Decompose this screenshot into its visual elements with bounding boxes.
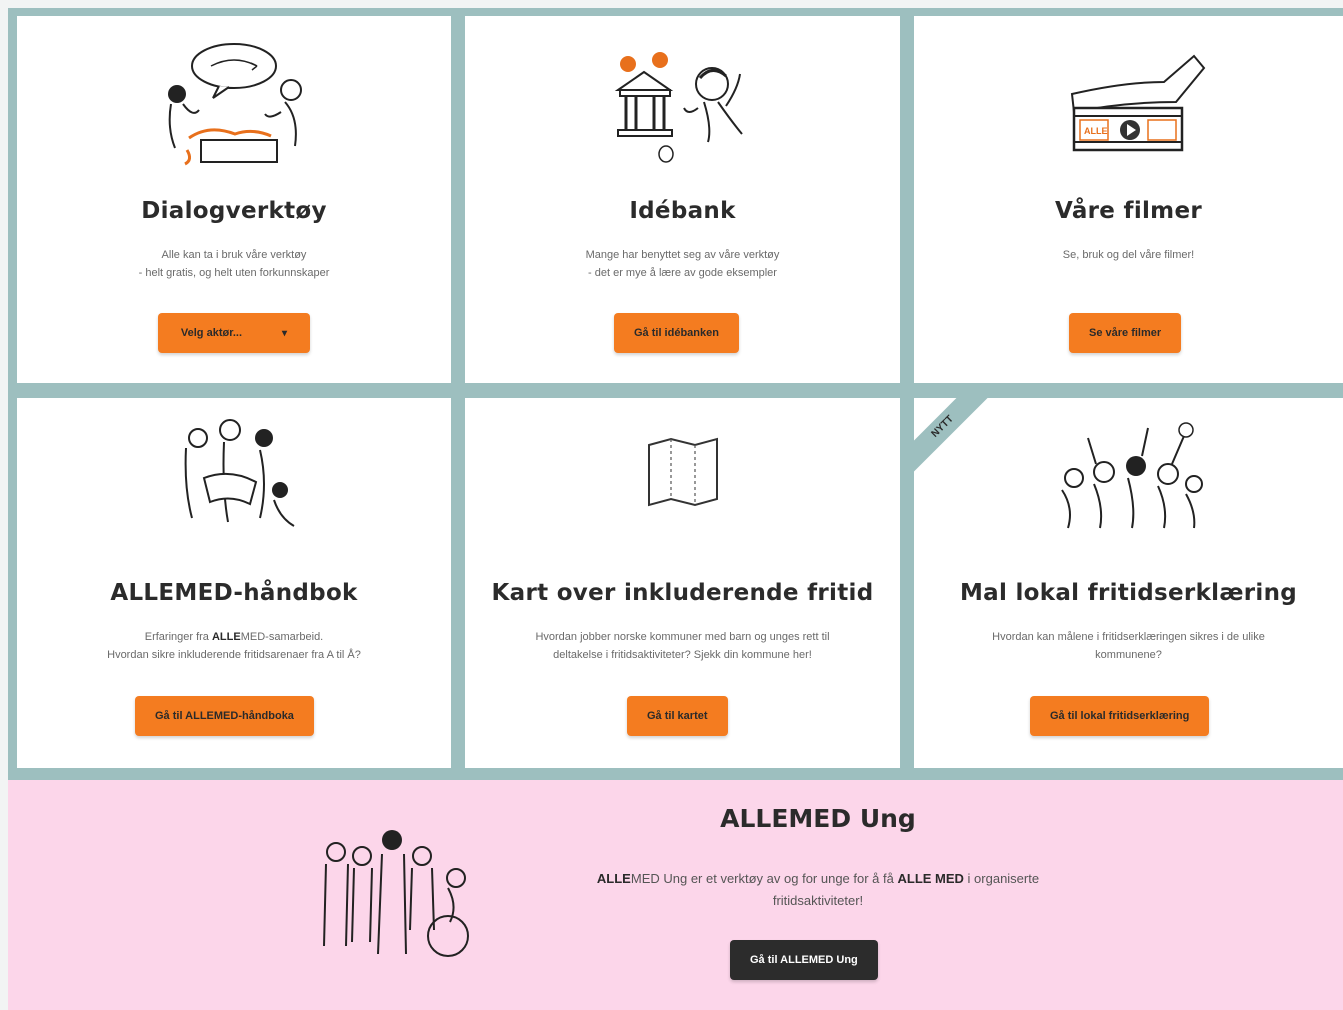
banner-description: ALLEMED Ung er et verktøy av og for unge… (568, 868, 1068, 912)
card-kart: Kart over inkluderende fritid Hvordan jo… (465, 398, 900, 768)
card-title: Våre filmer (1055, 198, 1202, 224)
card-title: Idébank (629, 198, 736, 224)
ga-til-kartet-button[interactable]: Gå til kartet (627, 696, 728, 736)
film-reel-illustration: ALLE (1029, 38, 1229, 168)
desc-bold-2: ALLE MED (897, 871, 964, 886)
card-description: Erfaringer fra ALLEMED-samarbeid. Hvorda… (107, 628, 361, 664)
desc-text-1: MED Ung er et verktøy av og for unge for… (630, 871, 898, 886)
card-description: Mange har benyttet seg av våre verktøy -… (586, 246, 780, 282)
card-title: Kart over inkluderende fritid (491, 580, 874, 606)
desc-line-2: - helt gratis, og helt uten forkunnskape… (138, 267, 330, 279)
card-description: Hvordan jobber norske kommuner med barn … (535, 628, 829, 664)
velg-aktor-select[interactable]: Velg aktør... ▾ (158, 313, 310, 353)
chevron-down-icon: ▾ (282, 328, 288, 339)
card-description: Se, bruk og del våre filmer! (1063, 246, 1194, 264)
desc-line-1: Se, bruk og del våre filmer! (1062, 249, 1195, 261)
ung-group-illustration (308, 826, 488, 966)
ga-til-allemed-ung-button[interactable]: Gå til ALLEMED Ung (730, 940, 878, 980)
card-title: ALLEMED-håndbok (110, 580, 358, 606)
dialog-illustration (134, 38, 334, 168)
card-title: Dialogverktøy (141, 198, 327, 224)
film-frame-text: ALLE (1084, 126, 1108, 136)
desc-line-1: Alle kan ta i bruk våre verktøy (161, 249, 307, 261)
map-icon (583, 408, 783, 538)
card-vare-filmer: ALLE Våre filmer Se, bruk og del våre fi… (914, 16, 1343, 383)
desc-line-1: Hvordan kan målene i fritidserklæringen … (992, 631, 1265, 643)
nytt-ribbon: NYTT (914, 398, 997, 481)
banner-title: ALLEMED Ung (720, 804, 916, 833)
handbok-illustration (134, 408, 334, 538)
desc-line-2: Hvordan sikre inkluderende fritidsarenae… (107, 649, 361, 661)
ga-til-idebanken-button[interactable]: Gå til idébanken (614, 313, 739, 353)
desc-line-2: deltakelse i fritidsaktiviteter? Sjekk d… (553, 649, 812, 661)
desc-post: MED-samarbeid. (240, 631, 324, 643)
desc-line-1: Hvordan jobber norske kommuner med barn … (535, 631, 830, 643)
se-vare-filmer-button[interactable]: Se våre filmer (1069, 313, 1182, 353)
select-label: Velg aktør... (180, 327, 243, 339)
card-title: Mal lokal fritidserklæring (959, 580, 1298, 606)
desc-line-2: - det er mye å lære av gode eksempler (588, 267, 777, 279)
card-allemed-handbok: ALLEMED-håndbok Erfaringer fra ALLEMED-s… (17, 398, 451, 768)
card-description: Hvordan kan målene i fritidserklæringen … (992, 628, 1265, 664)
card-dialogverktoy: Dialogverktøy Alle kan ta i bruk våre ve… (17, 16, 451, 383)
desc-bold-1: ALLE (596, 871, 631, 886)
card-fritidserklaring: NYTT Mal lokal fritidserklæring Hvordan … (914, 398, 1343, 768)
ga-til-lokal-fritidserklaring-button[interactable]: Gå til lokal fritidserklæring (1030, 696, 1210, 736)
desc-pre: Erfaringer fra (144, 631, 212, 643)
card-idebank: Idébank Mange har benyttet seg av våre v… (465, 16, 900, 383)
idebank-illustration (583, 38, 783, 168)
desc-line-2: kommunene? (1095, 649, 1162, 661)
desc-line-1: Mange har benyttet seg av våre verktøy (585, 249, 780, 261)
desc-bold: ALLE (211, 631, 241, 643)
crowd-illustration (1029, 408, 1229, 538)
allemed-ung-banner: ALLEMED Ung ALLEMED Ung er et verktøy av… (8, 780, 1343, 1010)
card-description: Alle kan ta i bruk våre verktøy - helt g… (139, 246, 330, 282)
ga-til-allemed-handboka-button[interactable]: Gå til ALLEMED-håndboka (135, 696, 314, 736)
